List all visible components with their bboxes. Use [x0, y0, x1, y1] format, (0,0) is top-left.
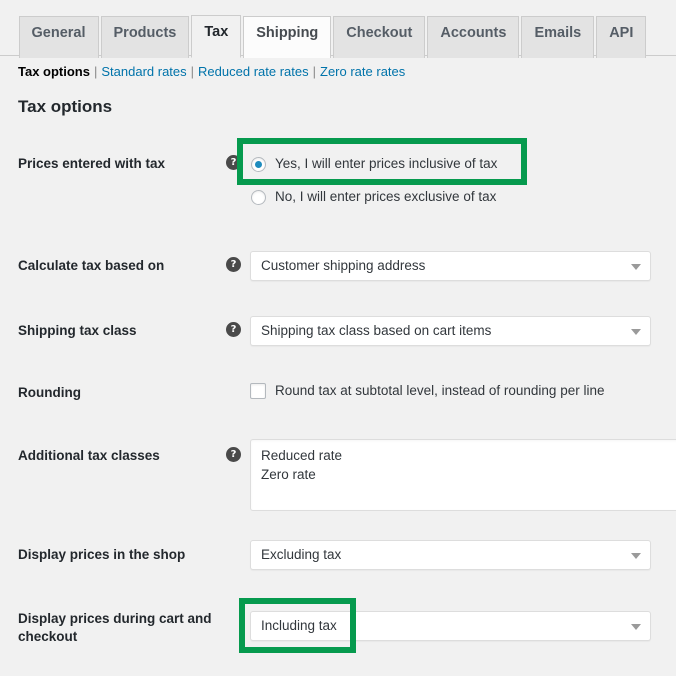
radio-icon-prices-inclusive[interactable] [251, 156, 266, 172]
label-rounding: Rounding [18, 385, 81, 400]
radio-icon-prices-exclusive[interactable] [251, 189, 266, 205]
tab-api[interactable]: API [596, 16, 647, 58]
settings-tab-bar: General Products Tax Shipping Checkout Accoun… [0, 0, 676, 58]
tab-general[interactable]: General [18, 16, 99, 58]
chevron-down-icon [631, 264, 641, 270]
select-value-calculate-tax-based-on: Customer shipping address [261, 258, 426, 273]
select-calculate-tax-based-on[interactable]: Customer shipping address [250, 251, 651, 281]
tab-shipping[interactable]: Shipping [243, 16, 332, 58]
tab-accounts[interactable]: Accounts [427, 16, 520, 58]
help-icon-shipping-tax-class[interactable]: ? [226, 322, 241, 337]
help-icon-additional-tax-classes[interactable]: ? [226, 447, 241, 462]
checkbox-icon-round-at-subtotal[interactable] [250, 383, 266, 399]
help-icon-calculate-tax-based-on[interactable]: ? [226, 257, 241, 272]
label-calculate-tax-based-on: Calculate tax based on [18, 258, 165, 273]
textarea-additional-tax-classes[interactable]: Reduced rate Zero rate [250, 439, 676, 511]
subnav-separator-2: | [190, 64, 195, 79]
label-additional-tax-classes: Additional tax classes [18, 448, 160, 463]
subnav-separator-1: | [93, 64, 98, 79]
checkbox-option-round-at-subtotal[interactable]: Round tax at subtotal level, instead of … [250, 382, 604, 400]
tab-tax[interactable]: Tax [191, 15, 242, 58]
label-shipping-tax-class: Shipping tax class [18, 323, 137, 338]
label-display-prices-cart-checkout: Display prices during cart and checkout [18, 611, 212, 644]
checkbox-label-round-at-subtotal[interactable]: Round tax at subtotal level, instead of … [275, 382, 604, 400]
radio-label-prices-inclusive[interactable]: Yes, I will enter prices inclusive of ta… [275, 155, 497, 173]
select-value-display-prices-cart-checkout: Including tax [261, 618, 337, 633]
select-shipping-tax-class[interactable]: Shipping tax class based on cart items [250, 316, 651, 346]
tab-emails[interactable]: Emails [521, 16, 595, 58]
help-icon-prices-entered-with-tax[interactable]: ? [226, 155, 241, 170]
select-value-display-prices-in-shop: Excluding tax [261, 547, 342, 562]
subnav-separator-3: | [312, 64, 317, 79]
subnav-item-standard-rates[interactable]: Standard rates [101, 64, 186, 79]
page-title: Tax options [18, 97, 113, 116]
radio-label-prices-exclusive[interactable]: No, I will enter prices exclusive of tax [275, 188, 496, 206]
label-display-prices-in-shop: Display prices in the shop [18, 547, 186, 562]
tab-checkout[interactable]: Checkout [333, 16, 426, 58]
select-value-shipping-tax-class: Shipping tax class based on cart items [261, 323, 492, 338]
select-display-prices-cart-checkout[interactable]: Including tax [250, 611, 651, 641]
subnav-item-reduced-rate-rates[interactable]: Reduced rate rates [198, 64, 309, 79]
tab-products[interactable]: Products [100, 16, 190, 58]
subnav-item-tax-options[interactable]: Tax options [18, 64, 90, 79]
select-display-prices-in-shop[interactable]: Excluding tax [250, 540, 651, 570]
subnav-item-zero-rate-rates[interactable]: Zero rate rates [320, 64, 405, 79]
label-prices-entered-with-tax: Prices entered with tax [18, 156, 166, 171]
radio-option-prices-inclusive[interactable]: Yes, I will enter prices inclusive of ta… [251, 153, 497, 175]
chevron-down-icon [631, 553, 641, 559]
chevron-down-icon [631, 329, 641, 335]
tax-subnav: Tax options | Standard rates | Reduced rate … [18, 62, 405, 82]
chevron-down-icon [631, 624, 641, 630]
radio-option-prices-exclusive[interactable]: No, I will enter prices exclusive of tax [251, 186, 496, 208]
